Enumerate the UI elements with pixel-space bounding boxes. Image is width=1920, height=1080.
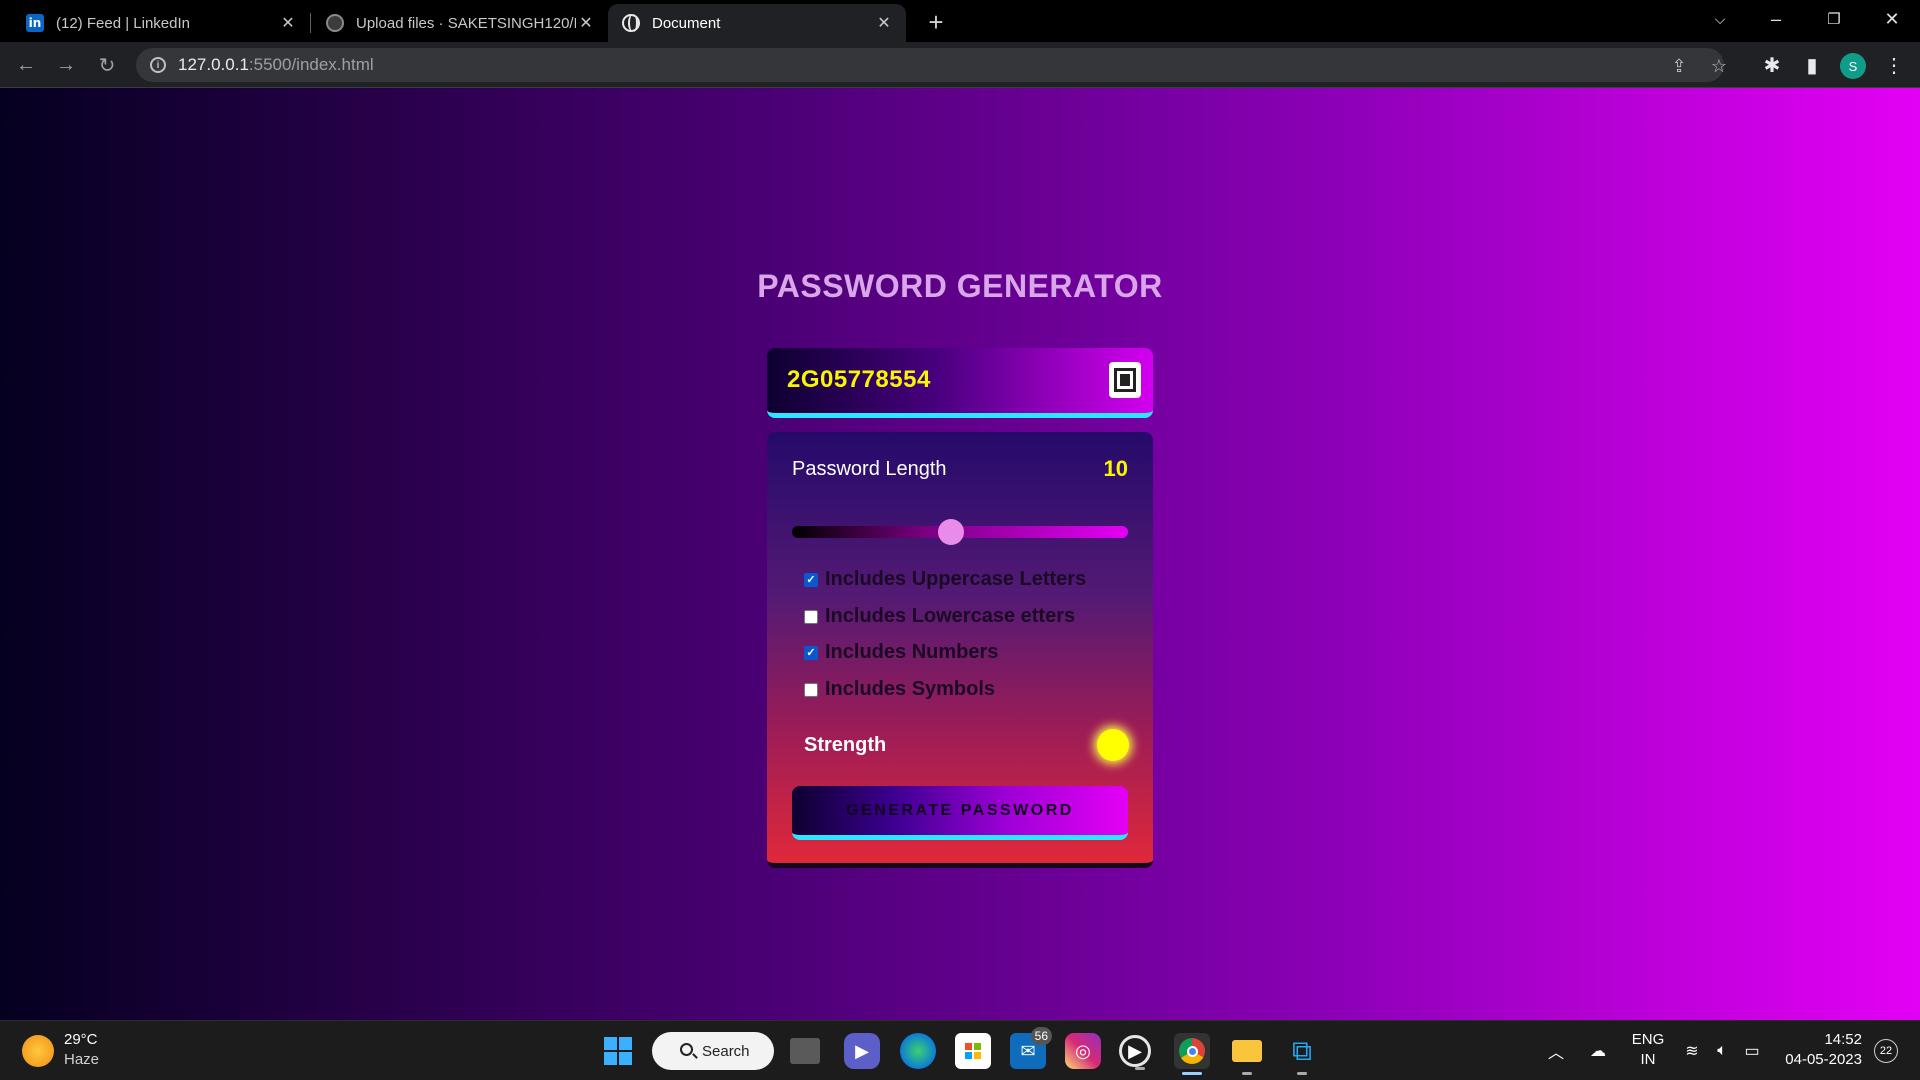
search-icon — [680, 1043, 693, 1056]
start-button[interactable] — [600, 1033, 636, 1069]
weather-haze-icon[interactable] — [22, 1035, 54, 1067]
wifi-icon[interactable]: ≋ — [1682, 1041, 1702, 1061]
chrome-icon — [1179, 1038, 1205, 1064]
symbols-checkbox[interactable] — [804, 682, 818, 697]
back-button[interactable]: ← — [12, 51, 40, 79]
option-label: Includes Symbols — [825, 678, 996, 700]
menu-kebab-icon[interactable]: ⋮ — [1880, 51, 1908, 79]
clock-date[interactable]: 04-05-2023 — [1772, 1051, 1862, 1068]
minimize-button[interactable]: – — [1748, 0, 1804, 38]
instagram-icon[interactable]: ◎ — [1065, 1033, 1101, 1069]
url-path: :5500/index.html — [248, 55, 374, 74]
tab-search-chevron-icon[interactable]: ⌵ — [1692, 0, 1748, 38]
password-display: 2G05778554 — [767, 348, 1153, 418]
task-view-icon[interactable] — [790, 1038, 820, 1064]
uppercase-checkbox[interactable]: ✓ — [804, 572, 818, 587]
taskbar-search[interactable]: Search — [652, 1032, 774, 1070]
window-close-button[interactable]: ✕ — [1864, 0, 1920, 38]
volume-icon[interactable]: 🔈︎ — [1712, 1041, 1732, 1061]
numbers-checkbox[interactable]: ✓ — [804, 645, 818, 660]
tab-title: Document — [652, 14, 721, 32]
reload-button[interactable]: ↻ — [93, 51, 121, 79]
profile-avatar[interactable]: S — [1840, 53, 1866, 79]
running-indicator — [1135, 1067, 1145, 1070]
folder-icon — [1232, 1040, 1262, 1062]
edge-icon[interactable] — [900, 1033, 936, 1069]
globe-icon — [622, 14, 640, 32]
taskbar: 29°C Haze Search ▶ ✉ 56 ◎ ▶ ⧉ ︿ ☁ ENG IN… — [0, 1020, 1920, 1080]
language-indicator[interactable]: ENG — [1628, 1031, 1668, 1048]
weather-temperature[interactable]: 29°C — [64, 1031, 98, 1048]
page-title: PASSWORD GENERATOR — [757, 268, 1163, 304]
tab-title: Upload files · SAKETSINGH120/Pa — [356, 14, 576, 32]
close-icon[interactable]: ✕ — [874, 13, 894, 33]
new-tab-button[interactable]: + — [922, 7, 950, 37]
option-label: Includes Lowercase etters — [825, 605, 1076, 627]
tab-title: (12) Feed | LinkedIn — [56, 14, 190, 32]
tab-github[interactable]: Upload files · SAKETSINGH120/Pa ✕ — [312, 4, 608, 42]
option-uppercase[interactable]: ✓ Includes Uppercase Letters — [804, 568, 1086, 591]
close-icon[interactable]: ✕ — [278, 13, 298, 33]
length-label: Password Length — [792, 458, 947, 480]
vscode-icon[interactable]: ⧉ — [1284, 1033, 1320, 1075]
tab-linkedin[interactable]: in (12) Feed | LinkedIn ✕ — [12, 4, 310, 42]
tab-strip: in (12) Feed | LinkedIn ✕ Upload files ·… — [0, 0, 1920, 42]
browser-toolbar: ← → ↻ i 127.0.0.1:5500/index.html ⇪ ☆ ✱ … — [0, 42, 1920, 88]
bookmark-star-icon[interactable]: ☆ — [1708, 55, 1730, 77]
file-explorer-icon[interactable] — [1229, 1033, 1265, 1075]
windows-logo-icon — [604, 1037, 632, 1065]
option-lowercase[interactable]: Includes Lowercase etters — [804, 605, 1075, 628]
length-slider[interactable] — [792, 519, 1128, 545]
lowercase-checkbox[interactable] — [804, 609, 818, 624]
option-label: Includes Uppercase Letters — [825, 568, 1087, 590]
microsoft-store-icon[interactable] — [955, 1033, 991, 1069]
url-text: 127.0.0.1:5500/index.html — [178, 55, 374, 75]
running-indicator — [1297, 1072, 1307, 1075]
site-info-icon[interactable]: i — [150, 57, 166, 73]
tab-separator — [310, 13, 311, 33]
settings-panel: Password Length 10 ✓ Includes Uppercase … — [767, 432, 1153, 868]
forward-button[interactable]: → — [52, 51, 80, 79]
github-icon — [326, 14, 344, 32]
notification-count[interactable]: 22 — [1874, 1039, 1898, 1063]
option-numbers[interactable]: ✓ Includes Numbers — [804, 641, 998, 664]
running-indicator — [1242, 1072, 1252, 1075]
search-label: Search — [702, 1042, 750, 1060]
restore-button[interactable]: ❐ — [1806, 0, 1862, 38]
page-viewport: PASSWORD GENERATOR 2G05778554 Password L… — [0, 88, 1920, 1020]
slider-thumb[interactable] — [938, 519, 965, 545]
copy-icon — [1114, 368, 1136, 392]
copy-button[interactable] — [1109, 362, 1141, 398]
weather-condition[interactable]: Haze — [64, 1051, 99, 1068]
running-indicator — [1182, 1072, 1202, 1075]
strength-indicator — [1097, 729, 1129, 761]
share-icon[interactable]: ⇪ — [1668, 55, 1690, 77]
media-player-icon[interactable]: ▶ — [1119, 1035, 1151, 1070]
teams-chat-icon[interactable]: ▶ — [844, 1033, 880, 1069]
store-grid-icon — [965, 1043, 981, 1059]
length-value: 10 — [1103, 456, 1128, 481]
side-panel-icon[interactable]: ▮ — [1798, 51, 1826, 79]
close-icon[interactable]: ✕ — [576, 13, 596, 33]
address-bar[interactable]: i 127.0.0.1:5500/index.html ⇪ ☆ — [136, 48, 1727, 82]
linkedin-icon: in — [26, 14, 44, 32]
battery-icon[interactable]: ▭ — [1742, 1041, 1762, 1061]
generate-password-button[interactable]: GENERATE PASSWORD — [792, 786, 1128, 840]
option-symbols[interactable]: Includes Symbols — [804, 678, 995, 701]
url-host: 127.0.0.1 — [178, 55, 249, 74]
extensions-icon[interactable]: ✱ — [1758, 51, 1786, 79]
tab-document[interactable]: Document ✕ — [608, 4, 906, 42]
password-output[interactable]: 2G05778554 — [787, 366, 931, 394]
mail-badge: 56 — [1030, 1027, 1052, 1045]
clock-time[interactable]: 14:52 — [1780, 1031, 1862, 1048]
strength-label: Strength — [804, 734, 887, 756]
onedrive-warning-icon[interactable]: ☁ — [1588, 1041, 1608, 1061]
option-label: Includes Numbers — [825, 641, 999, 663]
mail-icon[interactable]: ✉ 56 — [1010, 1027, 1052, 1069]
chrome-taskbar-button[interactable] — [1174, 1033, 1210, 1075]
region-indicator[interactable]: IN — [1628, 1051, 1668, 1068]
show-hidden-icons-chevron-icon[interactable]: ︿ — [1546, 1041, 1566, 1062]
